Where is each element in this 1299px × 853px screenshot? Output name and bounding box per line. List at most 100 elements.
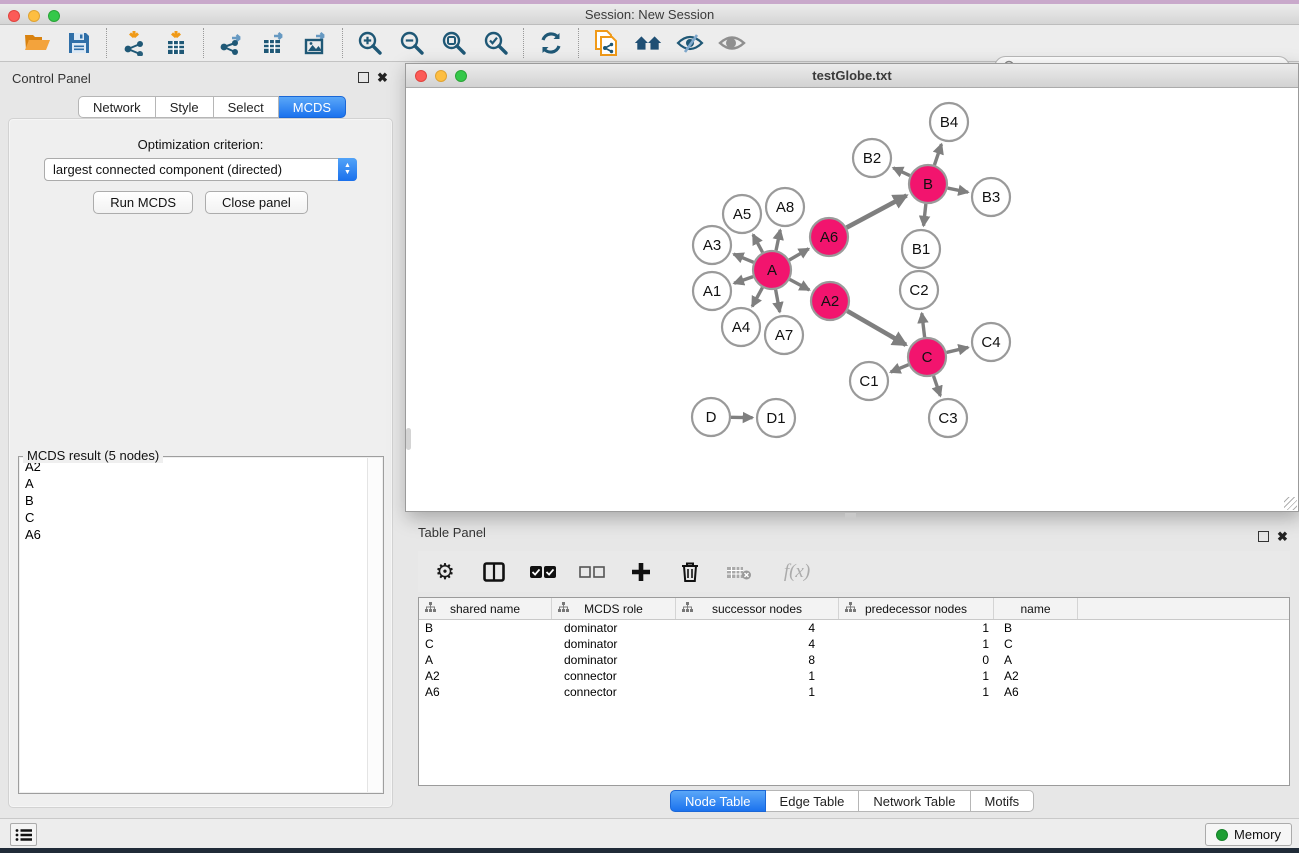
export-table-button[interactable] <box>259 29 287 57</box>
export-network-button[interactable] <box>217 29 245 57</box>
tab-style[interactable]: Style <box>156 96 214 118</box>
mcds-result-item[interactable]: A6 <box>20 526 382 543</box>
graph-node-C1[interactable]: C1 <box>850 362 888 400</box>
graph-node-A3[interactable]: A3 <box>693 226 731 264</box>
table-cell[interactable]: B <box>419 621 552 635</box>
add-column-button[interactable] <box>628 559 654 585</box>
mcds-result-item[interactable]: A <box>20 475 382 492</box>
table-cell[interactable]: dominator <box>552 637 676 651</box>
table-panel-float-button[interactable] <box>1258 531 1270 543</box>
zoom-out-button[interactable] <box>398 29 426 57</box>
edge-B-B2[interactable] <box>893 168 910 176</box>
table-cell[interactable]: C <box>419 637 552 651</box>
result-list-scrollbar[interactable] <box>367 458 382 792</box>
run-mcds-button[interactable]: Run MCDS <box>93 191 193 214</box>
window-resize-grip[interactable] <box>1284 497 1297 510</box>
edge-A-A1[interactable] <box>734 277 753 284</box>
graph-node-B[interactable]: B <box>909 165 947 203</box>
graph-node-A5[interactable]: A5 <box>723 195 761 233</box>
table-cell[interactable]: connector <box>552 669 676 683</box>
edge-A-A2[interactable] <box>790 279 810 290</box>
edge-A-A8[interactable] <box>776 230 780 250</box>
tab-select[interactable]: Select <box>214 96 279 118</box>
function-builder-button[interactable]: f(x) <box>775 559 819 585</box>
table-cell[interactable]: 1 <box>839 637 994 651</box>
zoom-in-button[interactable] <box>356 29 384 57</box>
column-header-name[interactable]: name <box>994 598 1078 619</box>
graph-node-C4[interactable]: C4 <box>972 323 1010 361</box>
mcds-result-item[interactable]: C <box>20 509 382 526</box>
tab-node-table[interactable]: Node Table <box>670 790 766 812</box>
edge-C-C3[interactable] <box>934 376 941 396</box>
duplicate-network-button[interactable] <box>592 29 620 57</box>
table-cell[interactable]: dominator <box>552 653 676 667</box>
graph-node-A1[interactable]: A1 <box>693 272 731 310</box>
table-row[interactable]: A6connector11A6 <box>419 684 1289 700</box>
graph-node-B4[interactable]: B4 <box>930 103 968 141</box>
mcds-result-item[interactable]: B <box>20 492 382 509</box>
table-cell[interactable]: A <box>419 653 552 667</box>
table-cell[interactable]: A <box>994 653 1078 667</box>
delete-table-button[interactable] <box>726 559 752 585</box>
export-image-button[interactable] <box>301 29 329 57</box>
edge-A-A4[interactable] <box>752 288 762 307</box>
split-view-button[interactable] <box>481 559 507 585</box>
column-header-predecessor-nodes[interactable]: predecessor nodes <box>839 598 994 619</box>
edge-B-B3[interactable] <box>948 188 968 192</box>
table-cell[interactable]: dominator <box>552 621 676 635</box>
memory-button[interactable]: Memory <box>1205 823 1292 846</box>
edge-C-C2[interactable] <box>922 313 925 337</box>
column-header-successor-nodes[interactable]: successor nodes <box>676 598 839 619</box>
task-history-button[interactable] <box>10 823 37 846</box>
zoom-selected-button[interactable] <box>482 29 510 57</box>
table-cell[interactable]: connector <box>552 685 676 699</box>
show-panels-button[interactable] <box>718 29 746 57</box>
open-session-button[interactable] <box>23 29 51 57</box>
edge-B-B4[interactable] <box>934 144 941 165</box>
tab-mcds[interactable]: MCDS <box>279 96 346 118</box>
table-cell[interactable]: A2 <box>994 669 1078 683</box>
deselect-all-button[interactable] <box>579 559 605 585</box>
graph-node-D1[interactable]: D1 <box>757 399 795 437</box>
table-cell[interactable]: 4 <box>676 637 839 651</box>
graph-node-A8[interactable]: A8 <box>766 188 804 226</box>
table-cell[interactable]: 1 <box>839 685 994 699</box>
tab-network-table[interactable]: Network Table <box>859 790 970 812</box>
network-hscroll-thumb[interactable] <box>845 513 856 519</box>
graph-node-B3[interactable]: B3 <box>972 178 1010 216</box>
tab-network[interactable]: Network <box>78 96 156 118</box>
save-session-button[interactable] <box>65 29 93 57</box>
import-table-button[interactable] <box>162 29 190 57</box>
table-cell[interactable]: 8 <box>676 653 839 667</box>
edge-A-A7[interactable] <box>776 290 780 312</box>
edge-C-C1[interactable] <box>891 365 909 372</box>
edge-C-C4[interactable] <box>946 347 968 352</box>
edge-B-B1[interactable] <box>924 204 926 226</box>
zoom-fit-button[interactable] <box>440 29 468 57</box>
hide-panels-button[interactable] <box>676 29 704 57</box>
tab-motifs[interactable]: Motifs <box>971 790 1035 812</box>
graph-node-B2[interactable]: B2 <box>853 139 891 177</box>
graph-node-A4[interactable]: A4 <box>722 308 760 346</box>
table-cell[interactable]: 4 <box>676 621 839 635</box>
table-cell[interactable]: B <box>994 621 1078 635</box>
home-button[interactable] <box>634 29 662 57</box>
column-header-shared-name[interactable]: shared name <box>419 598 552 619</box>
graph-node-C[interactable]: C <box>908 338 946 376</box>
column-header-MCDS-role[interactable]: MCDS role <box>552 598 676 619</box>
table-cell[interactable]: C <box>994 637 1078 651</box>
import-network-button[interactable] <box>120 29 148 57</box>
table-panel-close-button[interactable]: ✖ <box>1277 531 1289 543</box>
optimization-criterion-select[interactable]: largest connected component (directed) ▲… <box>44 158 357 181</box>
edge-A-A6[interactable] <box>789 249 808 260</box>
edge-A-A5[interactable] <box>753 235 762 253</box>
table-cell[interactable]: 1 <box>839 621 994 635</box>
table-cell[interactable]: 1 <box>676 669 839 683</box>
control-panel-float-button[interactable] <box>358 72 370 84</box>
table-cell[interactable]: A2 <box>419 669 552 683</box>
table-settings-button[interactable]: ⚙ <box>432 559 458 585</box>
control-panel-close-button[interactable]: ✖ <box>377 72 389 84</box>
table-cell[interactable]: A6 <box>419 685 552 699</box>
table-cell[interactable]: 1 <box>676 685 839 699</box>
graph-node-D[interactable]: D <box>692 398 730 436</box>
